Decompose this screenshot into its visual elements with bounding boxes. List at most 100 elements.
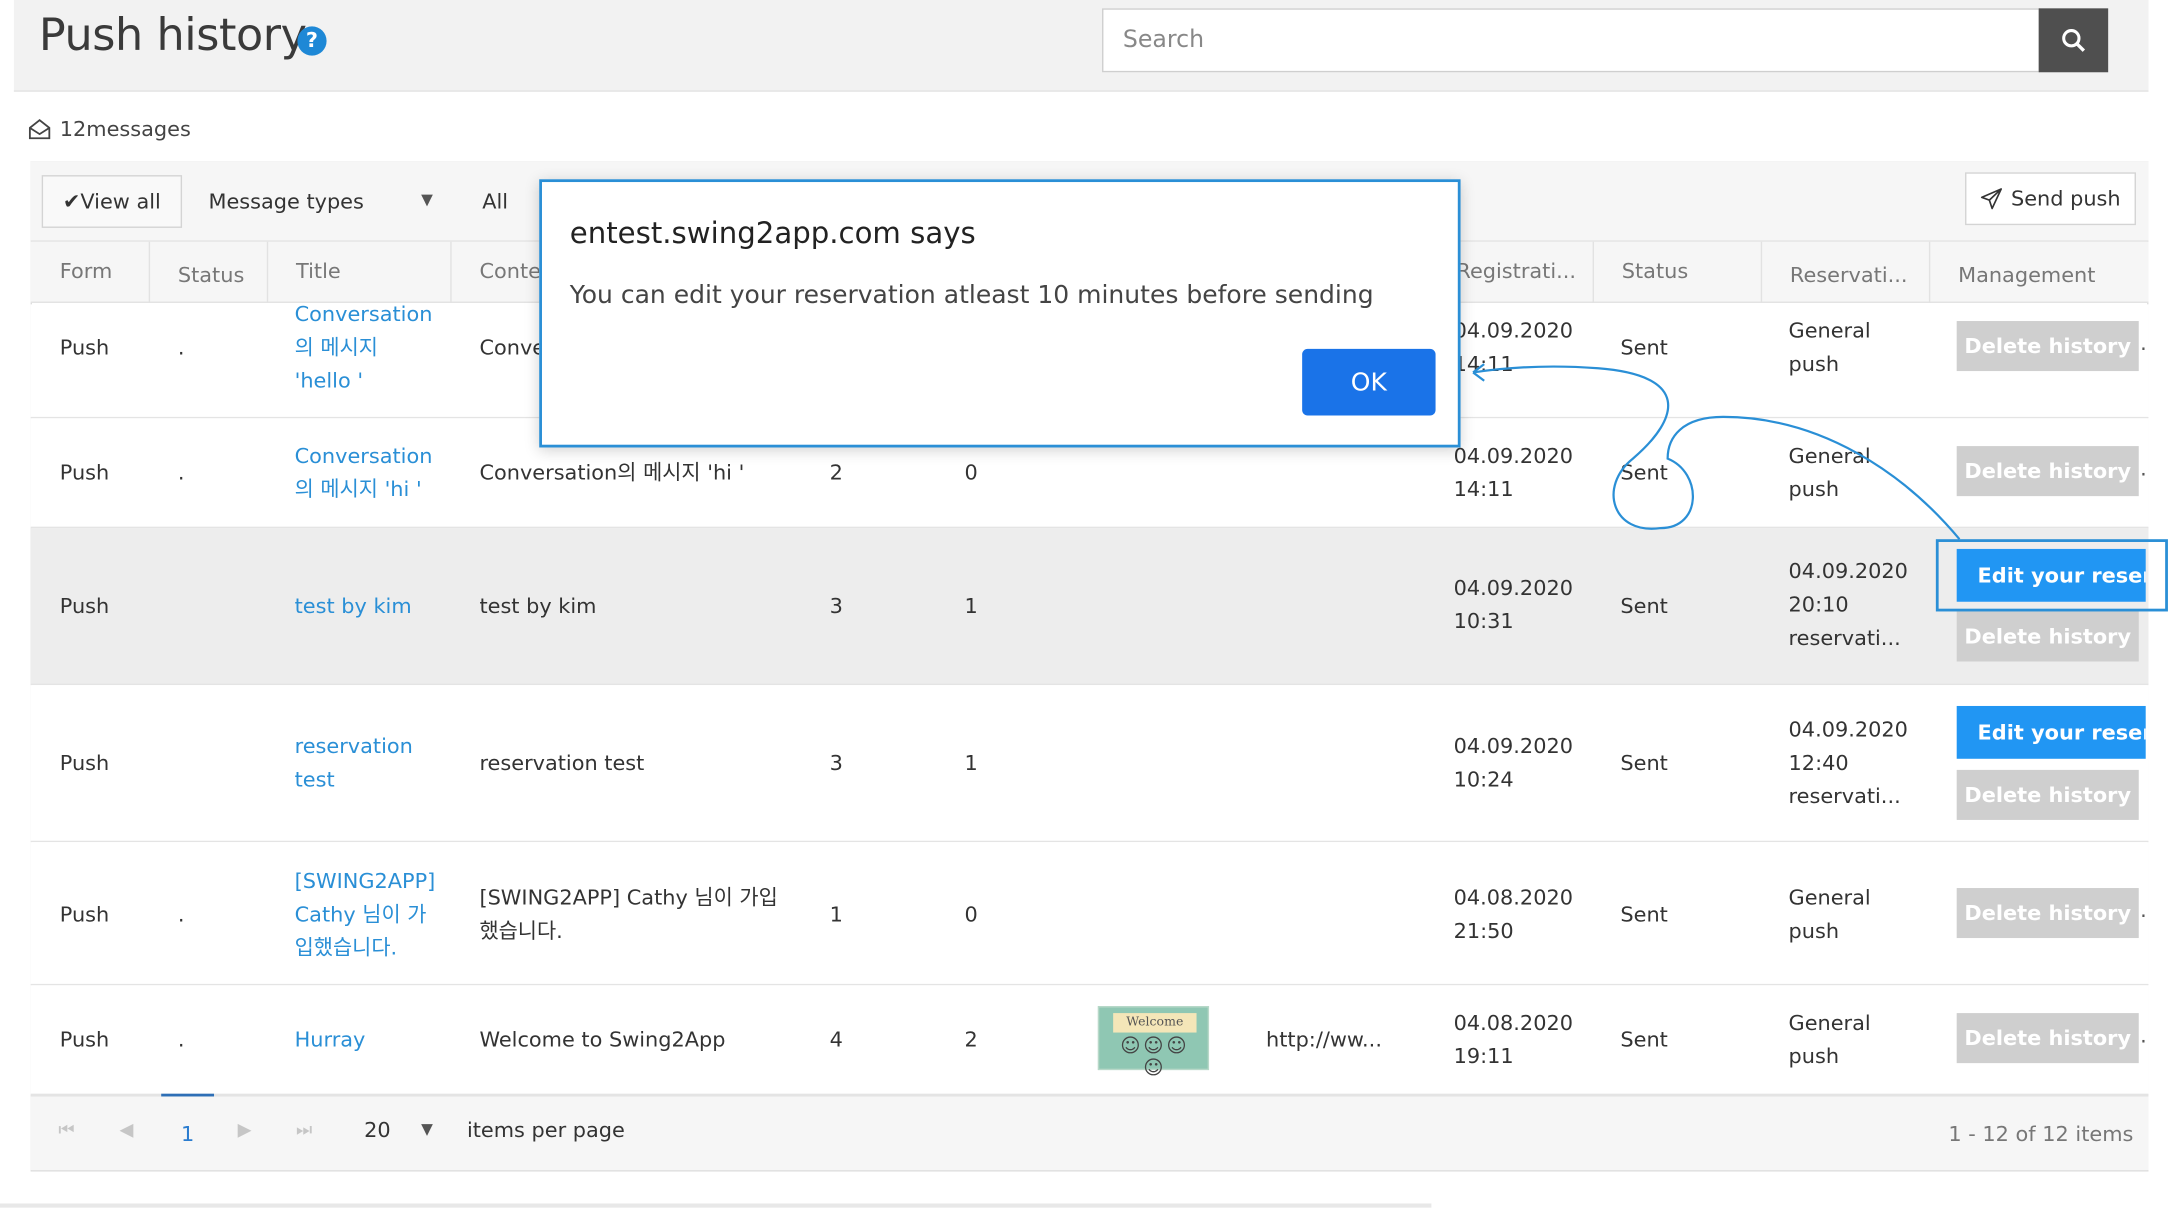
- cell-status-2: Sent: [1620, 334, 1668, 360]
- content-line: 했습니다.: [479, 918, 563, 944]
- caret-down-icon: ▼: [421, 190, 433, 209]
- filter-all[interactable]: All: [482, 189, 508, 214]
- cell-title-link[interactable]: test by kim: [295, 589, 412, 622]
- prev-page-icon[interactable]: ◀: [120, 1120, 134, 1141]
- reg-date: 04.09.2020: [1453, 733, 1573, 759]
- cell-content: Conve: [479, 334, 546, 360]
- title-line: [SWING2APP]: [294, 868, 436, 894]
- first-page-icon[interactable]: ⏮: [58, 1120, 74, 1141]
- cell-title-link[interactable]: Conversation 의 메시지 'hello ': [295, 297, 433, 397]
- cell-status: .: [177, 459, 185, 486]
- cell-reservation: General push: [1789, 439, 1871, 506]
- col-title[interactable]: Title: [296, 258, 341, 283]
- reg-date: 04.08.2020: [1453, 885, 1573, 911]
- col-reservation[interactable]: Reservati...: [1790, 263, 1908, 288]
- cell-content: Conversation의 메시지 'hi ': [479, 459, 745, 486]
- message-types-dropdown[interactable]: Message types: [208, 189, 363, 214]
- cell-content: [SWING2APP] Cathy 님이 가입 했습니다.: [479, 881, 777, 948]
- col-registration[interactable]: Registrati...: [1456, 258, 1576, 283]
- alert-dialog: entest.swing2app.com says You can edit y…: [539, 179, 1461, 448]
- view-all-button[interactable]: ✔View all: [41, 175, 183, 228]
- col-status-2[interactable]: Status: [1622, 258, 1688, 283]
- reservation-line: General: [1788, 318, 1871, 344]
- reservation-line: General: [1788, 443, 1871, 469]
- title-line: 입했습니다.: [294, 935, 398, 961]
- cell-status-2: Sent: [1620, 593, 1668, 619]
- welcome-image-thumbnail[interactable]: Welcome ☺☺☺☺: [1097, 1006, 1210, 1080]
- last-page-icon[interactable]: ⏭: [296, 1120, 312, 1141]
- cell-count-b: 0: [964, 459, 978, 486]
- cell-title-link[interactable]: reservation test: [295, 730, 413, 797]
- col-divider: [1760, 241, 1763, 303]
- reservation-line: 04.09.2020: [1788, 558, 1908, 584]
- cell-registration: 04.09.2020 14:11: [1454, 439, 1573, 506]
- per-page-select[interactable]: 20: [364, 1117, 391, 1142]
- help-icon[interactable]: ?: [297, 26, 327, 56]
- search-icon: [2062, 29, 2086, 52]
- col-form[interactable]: Form: [60, 258, 113, 283]
- cell-reservation: General push: [1789, 881, 1871, 948]
- cell-content: test by kim: [479, 593, 597, 619]
- edit-reservation-button[interactable]: Edit your reserva: [1956, 705, 2146, 759]
- delete-history-button[interactable]: Delete history: [1956, 888, 2139, 939]
- reservation-line: 12:40: [1788, 750, 1849, 776]
- delete-history-button[interactable]: Delete history: [1956, 446, 2139, 497]
- title-line: 의 메시지 'hi ': [294, 476, 422, 502]
- page-number-current[interactable]: 1: [161, 1093, 215, 1150]
- reg-time: 14:11: [1453, 351, 1514, 377]
- reservation-line: reservati...: [1788, 783, 1901, 809]
- send-push-label: Send push: [2010, 186, 2121, 212]
- search-input[interactable]: [1102, 8, 2041, 73]
- col-content[interactable]: Conte: [479, 258, 541, 283]
- reservation-line: push: [1788, 476, 1840, 502]
- title-line: 의 메시지: [294, 334, 378, 360]
- view-all-label: View all: [80, 188, 161, 215]
- cell-form: Push: [59, 750, 110, 776]
- col-divider: [450, 241, 452, 303]
- col-status[interactable]: Status: [178, 263, 244, 288]
- delete-history-button[interactable]: Delete history: [1956, 769, 2139, 820]
- cell-reservation: 04.09.2020 12:40 reservati...: [1789, 713, 1908, 813]
- title-line: Conversation: [294, 443, 433, 469]
- message-count-label: 12messages: [59, 116, 191, 142]
- next-page-icon[interactable]: ▶: [238, 1120, 252, 1141]
- title-line: reservation: [294, 733, 413, 759]
- search-button[interactable]: [2038, 8, 2109, 73]
- stage: Push history ? 12messages ✔View all Mess…: [0, 0, 2179, 1210]
- dialog-ok-button[interactable]: OK: [1302, 348, 1436, 416]
- cell-link-url[interactable]: http://ww...: [1266, 1023, 1382, 1056]
- cell-title-link[interactable]: [SWING2APP] Cathy 님이 가 입했습니다.: [295, 864, 436, 964]
- title-line: Conversation: [294, 301, 433, 327]
- row-more: .: [2140, 455, 2147, 481]
- send-push-button[interactable]: Send push: [1965, 172, 2136, 226]
- cell-count-b: 2: [964, 1026, 978, 1053]
- cell-count-a: 2: [829, 459, 843, 486]
- row-more: .: [2140, 330, 2147, 356]
- check-icon: ✔: [62, 188, 81, 215]
- row-more: .: [2140, 897, 2147, 923]
- cell-title-link[interactable]: Conversation 의 메시지 'hi ': [295, 439, 433, 506]
- delete-history-button[interactable]: Delete history: [1956, 611, 2139, 662]
- message-count: 12messages: [28, 117, 191, 142]
- cell-status-2: Sent: [1620, 750, 1668, 776]
- cell-count-b: 1: [964, 750, 978, 776]
- reservation-line: push: [1788, 918, 1840, 944]
- reg-time: 14:11: [1453, 476, 1514, 502]
- reservation-line: push: [1788, 1043, 1840, 1069]
- cell-status-2: Sent: [1620, 459, 1668, 486]
- cell-count-a: 1: [829, 901, 843, 927]
- cell-reservation: 04.09.2020 20:10 reservati...: [1789, 554, 1908, 654]
- title-line: Cathy 님이 가: [294, 901, 427, 927]
- per-page-label: items per page: [466, 1117, 625, 1143]
- cell-title-link[interactable]: Hurray: [295, 1023, 366, 1056]
- content-line: [SWING2APP] Cathy 님이 가입: [479, 885, 778, 911]
- paper-plane-icon: [1980, 188, 2003, 210]
- cell-status: .: [177, 901, 185, 927]
- pager-range: 1 - 12 of 12 items: [1948, 1121, 2134, 1147]
- col-management[interactable]: Management: [1958, 263, 2095, 288]
- reservation-line: push: [1788, 351, 1840, 377]
- reg-time: 19:11: [1453, 1043, 1514, 1069]
- delete-history-button[interactable]: Delete history: [1956, 321, 2139, 372]
- page-title: Push history: [38, 8, 307, 62]
- delete-history-button[interactable]: Delete history: [1956, 1013, 2139, 1064]
